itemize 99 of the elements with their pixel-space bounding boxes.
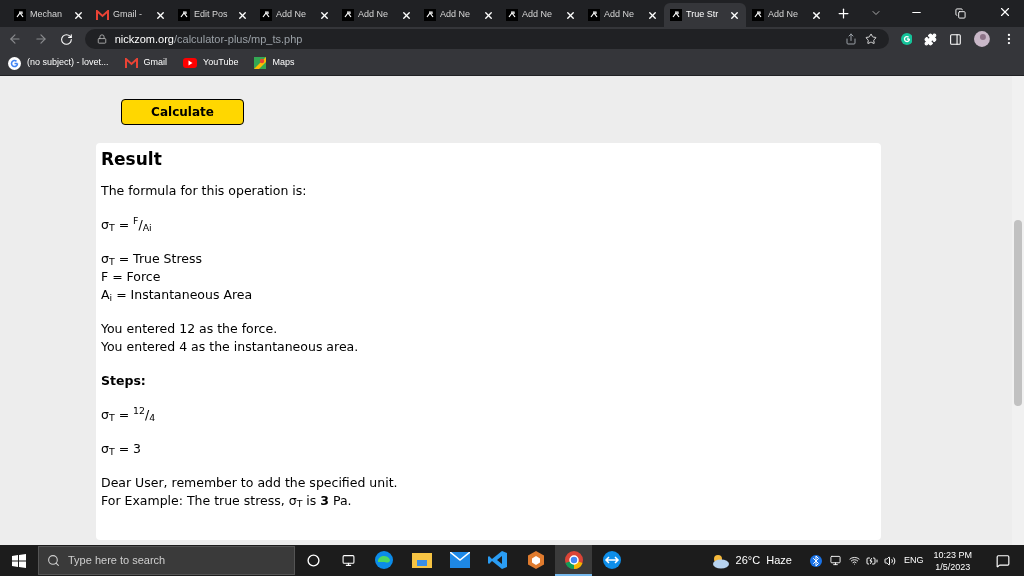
search-icon [47,554,60,567]
clock-time: 10:23 PM [933,548,972,561]
cortana-icon[interactable] [307,554,320,567]
site-icon [424,9,436,21]
result-text: σ$_{T}$ = $^{F}$/$_{Ai}$ [101,216,152,234]
cube-icon[interactable] [525,549,546,570]
close-icon[interactable] [565,9,576,21]
result-title: Result [101,148,163,170]
close-icon[interactable] [73,9,84,21]
chrome-icon[interactable] [563,549,584,570]
close-icon[interactable] [998,5,1012,19]
browser-tab[interactable]: Edit Pos [172,3,254,27]
result-text: F = Force [101,268,161,286]
folder-icon[interactable] [411,550,432,569]
close-icon[interactable] [647,9,658,21]
result-text: A$_{i}$ = Instantaneous Area [101,286,253,304]
mail-m-icon [124,58,138,68]
close-icon[interactable] [401,9,412,21]
browser-icon[interactable] [373,549,394,570]
site-icon [588,9,600,21]
windows-icon[interactable] [12,553,26,568]
new-tab-icon[interactable] [836,6,851,21]
close-icon[interactable] [155,9,166,21]
site-icon [178,9,190,21]
remote-icon[interactable] [601,549,622,570]
result-text: σ$_{T}$ = 3 [101,440,142,458]
device-icon[interactable] [829,555,841,566]
bookmark[interactable]: Maps [254,56,295,70]
play-icon [183,58,198,68]
scrollbar[interactable] [1012,76,1024,545]
calculate-button[interactable]: Calculate [121,99,244,125]
bluetooth-icon[interactable] [809,554,822,567]
bookmark[interactable]: (no subject) - lovet... [8,56,109,70]
browser-tab[interactable]: True Str [664,3,746,27]
close-icon[interactable] [729,9,740,21]
star-icon[interactable] [864,33,877,45]
tab-title: Add Ne [276,8,307,22]
mail-icon[interactable] [449,551,470,568]
result-text: σ$_{T}$ = $^{12}$/$_{4}$ [101,406,156,424]
forward-icon[interactable] [33,32,48,46]
result-text: The formula for this operation is: [101,182,307,200]
g-logo-icon [8,56,21,70]
bookmark[interactable]: Gmail [124,56,168,70]
lock-icon [96,34,107,44]
tab-title: Add Ne [522,8,553,22]
site-icon [260,9,272,21]
avatar-icon[interactable] [974,31,991,47]
clock-date: 1/5/2023 [935,560,971,573]
tab-title: Add Ne [768,8,799,22]
extensions-icon[interactable] [924,32,938,46]
result-text: You entered 12 as the force. [101,320,278,338]
browser-tab[interactable]: Mechan [8,3,90,27]
browser-tab[interactable]: Add Ne [582,3,664,27]
tab-title: Gmail - [113,8,143,22]
address-bar[interactable]: nickzom.org/calculator-plus/mp_ts.php [84,29,889,49]
browser-tab[interactable]: Add Ne [418,3,500,27]
browser-tab[interactable]: Add Ne [254,3,336,27]
g-extension-icon[interactable] [900,33,913,45]
volume-icon[interactable] [883,554,896,567]
tab-title: True Str [686,8,719,22]
close-icon[interactable] [319,9,330,21]
tab-title: Edit Pos [194,8,228,22]
restore-icon[interactable] [955,8,966,19]
mail-m-icon [96,10,109,20]
result-text: You entered 4 as the instantaneous area. [101,338,359,356]
tab-title: Add Ne [604,8,635,22]
url-text: nickzom.org/calculator-plus/mp_ts.php [114,31,304,47]
search-field[interactable]: Type here to search [38,546,295,575]
tab-title: Add Ne [440,8,471,22]
reload-icon[interactable] [59,32,73,46]
notifications-icon[interactable] [996,553,1010,568]
browser-tab[interactable]: Add Ne [500,3,582,27]
result-text: Dear User, remember to add the specified unit. [101,474,398,492]
taskbar-app[interactable] [555,545,592,576]
tab-title: Add Ne [358,8,389,22]
language-indicator[interactable]: ENG [903,553,924,568]
code-editor-icon[interactable] [487,549,508,570]
browser-tab[interactable]: Add Ne [746,3,828,27]
share-icon[interactable] [844,33,857,45]
close-icon[interactable] [237,9,248,21]
site-icon [506,9,518,21]
tab-title: Mechan [30,8,63,22]
browser-tab[interactable]: Add Ne [336,3,418,27]
weather-text: 26°C Haze [735,553,792,569]
side-panel-icon[interactable] [949,32,963,46]
site-icon [342,9,354,21]
site-icon [670,9,682,21]
site-icon [14,9,26,21]
result-text: For Example: The true stress, σ$_{T}$ is 3 Pa. [101,492,352,510]
site-icon [752,9,764,21]
back-icon[interactable] [8,32,22,46]
steps-heading: Steps: [101,372,146,390]
bookmark[interactable]: YouTube [183,56,239,70]
map-pin-icon [254,57,267,69]
close-icon[interactable] [811,9,822,21]
result-text: σ$_{T}$ = True Stress [101,250,203,268]
browser-tab[interactable]: Gmail - [90,3,172,27]
close-icon[interactable] [483,9,494,21]
wifi-icon[interactable] [848,555,860,566]
